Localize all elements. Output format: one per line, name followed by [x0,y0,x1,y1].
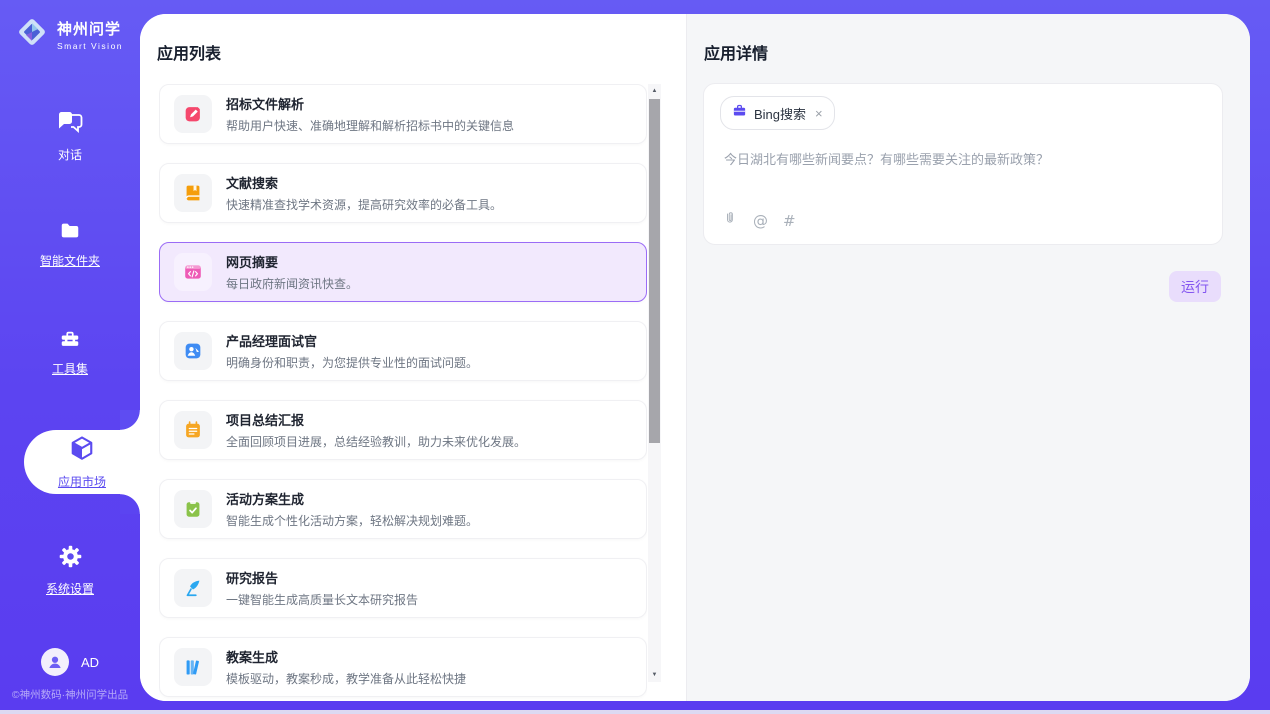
app-card-title: 项目总结汇报 [226,410,526,429]
bottom-edge [0,710,1270,714]
cube-icon [67,451,97,468]
brand-subtitle: Smart Vision [57,41,123,51]
books-icon [174,648,212,686]
copyright-footer: ©神州数码·神州问学出品 [0,687,140,702]
sidebar-item-cube[interactable]: 应用市场 [24,434,140,490]
app-card-description: 明确身份和职责，为您提供专业性的面试问题。 [226,354,478,371]
tool-tag-label: Bing搜索 [754,104,806,123]
sidebar-item-label: 智能文件夹 [0,252,140,269]
attachment-icon[interactable] [722,210,738,232]
tool-tag-bing-search[interactable]: Bing搜索 × [720,96,835,130]
toolbox-icon [59,328,81,355]
sidebar-item-label: 工具集 [0,360,140,377]
diamond-logo-icon [14,14,50,55]
book-icon [174,174,212,212]
app-card-description: 全面回顾项目进展，总结经验教训，助力未来优化发展。 [226,433,526,450]
main-content-card: 应用列表 招标文件解析帮助用户快速、准确地理解和解析招标书中的关键信息 文献搜索… [140,14,1250,701]
sidebar-item-label: 对话 [0,146,140,163]
sidebar-item-folder[interactable]: 智能文件夹 [0,220,140,269]
app-list-panel: 应用列表 招标文件解析帮助用户快速、准确地理解和解析招标书中的关键信息 文献搜索… [140,14,686,701]
input-toolbar: @ # [722,210,796,232]
sidebar: 神州问学 Smart Vision 对话智能文件夹 工具集 应用市场系统设置 A… [0,0,140,714]
app-card[interactable]: 活动方案生成智能生成个性化活动方案，轻松解决规划难题。 [159,479,647,539]
brand-logo: 神州问学 Smart Vision [14,14,123,55]
app-card[interactable]: 项目总结汇报全面回顾项目进展，总结经验教训，助力未来优化发展。 [159,400,647,460]
app-list: 招标文件解析帮助用户快速、准确地理解和解析招标书中的关键信息 文献搜索快速精准查… [159,84,647,701]
brand-name: 神州问学 [57,18,123,39]
clipboard-check-icon [174,490,212,528]
app-card[interactable]: 文献搜索快速精准查找学术资源，提高研究效率的必备工具。 [159,163,647,223]
calendar-note-icon [174,411,212,449]
app-card-title: 活动方案生成 [226,489,478,508]
sidebar-item-label: 应用市场 [24,473,140,490]
app-card-title: 网页摘要 [226,252,358,271]
tag-close-icon[interactable]: × [815,107,823,120]
edit-square-icon [174,95,212,133]
app-card[interactable]: 研究报告一键智能生成高质量长文本研究报告 [159,558,647,618]
hash-icon[interactable]: # [783,214,796,229]
scrollbar-down-button[interactable]: ▼ [648,668,661,682]
sidebar-item-toolbox[interactable]: 工具集 [0,328,140,377]
app-card[interactable]: 产品经理面试官明确身份和职责，为您提供专业性的面试问题。 [159,321,647,381]
briefcase-icon [732,103,747,123]
app-card-description: 快速精准查找学术资源，提高研究效率的必备工具。 [226,196,502,213]
tab-curve-top [120,410,140,430]
run-button[interactable]: 运行 [1169,271,1221,302]
tab-curve-bottom [120,494,140,514]
app-card-description: 智能生成个性化活动方案，轻松解决规划难题。 [226,512,478,529]
app-list-title: 应用列表 [157,40,221,64]
app-card-description: 模板驱动，教案秒成，教学准备从此轻松快捷 [226,670,466,687]
app-card[interactable]: 网页摘要每日政府新闻资讯快查。 [159,242,647,302]
app-card[interactable]: 招标文件解析帮助用户快速、准确地理解和解析招标书中的关键信息 [159,84,647,144]
app-card-title: 文献搜索 [226,173,502,192]
mention-icon[interactable]: @ [753,214,768,229]
prompt-card[interactable]: Bing搜索 × 今日湖北有哪些新闻要点？有哪些需要关注的最新政策？ @ # [703,83,1223,245]
app-card-description: 帮助用户快速、准确地理解和解析招标书中的关键信息 [226,117,514,134]
app-detail-title: 应用详情 [704,40,768,64]
app-card-title: 招标文件解析 [226,94,514,113]
folder-icon [59,220,81,247]
sidebar-item-gear[interactable]: 系统设置 [0,543,140,597]
scrollbar-thumb[interactable] [649,99,660,443]
app-card-title: 研究报告 [226,568,418,587]
app-card-title: 教案生成 [226,647,466,666]
interviewer-icon [174,332,212,370]
app-detail-panel: 应用详情 Bing搜索 × 今日湖北有哪些新闻要点？有哪些需要关注的最新政策？ [686,14,1250,701]
avatar [41,648,69,676]
sidebar-item-label: 系统设置 [0,580,140,597]
sidebar-item-chat[interactable]: 对话 [0,110,140,163]
quill-icon [174,569,212,607]
app-card-description: 一键智能生成高质量长文本研究报告 [226,591,418,608]
gear-icon [57,543,84,575]
scrollbar-up-button[interactable]: ▲ [648,84,661,98]
query-input[interactable]: 今日湖北有哪些新闻要点？有哪些需要关注的最新政策？ [724,150,1202,170]
chat-icon [56,110,84,141]
app-card-description: 每日政府新闻资讯快查。 [226,275,358,292]
browser-code-icon [174,253,212,291]
user-profile[interactable]: AD [0,648,140,676]
app-list-scrollbar[interactable]: ▲ ▼ [648,84,661,682]
app-card[interactable]: 教案生成模板驱动，教案秒成，教学准备从此轻松快捷 [159,637,647,697]
app-card-title: 产品经理面试官 [226,331,478,350]
user-initials: AD [81,655,99,670]
